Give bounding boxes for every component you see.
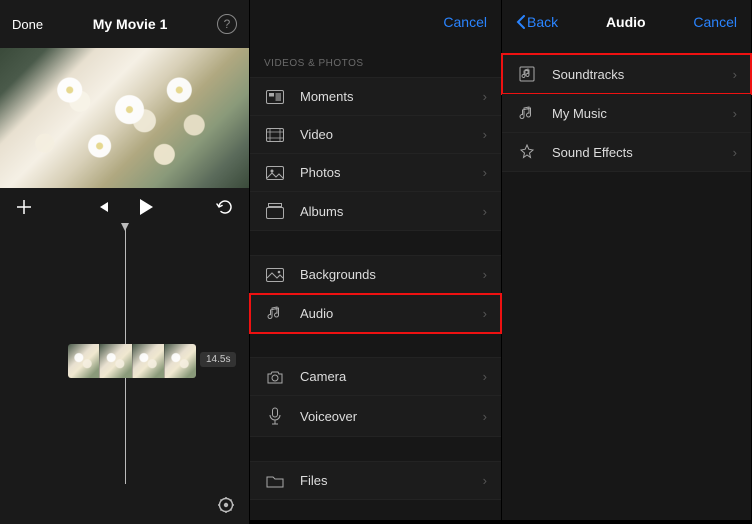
timeline[interactable]: 14.5s (0, 224, 249, 524)
topbar: Done My Movie 1 ? (0, 0, 249, 48)
settings-button[interactable] (215, 494, 237, 516)
picker-list-group3: Camera › Voiceover › (250, 357, 501, 437)
picker-list-group4: Files › (250, 461, 501, 500)
chevron-right-icon: › (483, 473, 487, 488)
row-video[interactable]: Video › (250, 116, 501, 154)
my-music-icon (516, 105, 538, 121)
clip-duration-label: 14.5s (200, 352, 236, 367)
sound-effects-icon (516, 144, 538, 160)
section-videos-photos: VIDEOS & PHOTOS (250, 44, 501, 77)
soundtracks-icon (516, 66, 538, 82)
camera-icon (264, 370, 286, 384)
albums-icon (264, 203, 286, 219)
row-label: Video (300, 127, 469, 142)
row-label: Photos (300, 165, 469, 180)
chevron-right-icon: › (483, 89, 487, 104)
video-preview[interactable] (0, 48, 249, 188)
play-icon (138, 198, 154, 216)
row-moments[interactable]: Moments › (250, 77, 501, 116)
row-label: My Music (552, 106, 719, 121)
add-media-button[interactable] (16, 199, 32, 215)
row-files[interactable]: Files › (250, 461, 501, 500)
cancel-button[interactable]: Cancel (443, 14, 487, 30)
chevron-right-icon: › (733, 67, 737, 82)
skip-start-button[interactable] (96, 200, 110, 214)
video-icon (264, 128, 286, 142)
plus-icon (16, 199, 32, 215)
undo-icon (216, 199, 234, 215)
skip-start-icon (96, 200, 110, 214)
audio-icon (264, 305, 286, 321)
row-sound-effects[interactable]: Sound Effects › (502, 133, 751, 172)
row-backgrounds[interactable]: Backgrounds › (250, 255, 501, 294)
row-label: Albums (300, 204, 469, 219)
row-label: Soundtracks (552, 67, 719, 82)
chevron-right-icon: › (483, 369, 487, 384)
playback-controls (0, 188, 249, 224)
row-my-music[interactable]: My Music › (502, 94, 751, 133)
audio-list: Soundtracks › My Music › Sound Effects › (502, 54, 751, 172)
back-label: Back (527, 14, 558, 30)
undo-button[interactable] (216, 199, 234, 215)
row-label: Moments (300, 89, 469, 104)
project-title: My Movie 1 (93, 16, 168, 32)
cancel-button[interactable]: Cancel (693, 14, 737, 30)
chevron-right-icon: › (483, 267, 487, 282)
picker-list-group1: Moments › Video › Photos › Albums › (250, 77, 501, 231)
row-audio[interactable]: Audio › (250, 294, 501, 333)
chevron-right-icon: › (483, 127, 487, 142)
row-label: Sound Effects (552, 145, 719, 160)
audio-panel: Back Audio Cancel Soundtracks › My Music… (502, 0, 752, 520)
row-label: Voiceover (300, 409, 469, 424)
chevron-right-icon: › (483, 409, 487, 424)
row-photos[interactable]: Photos › (250, 154, 501, 192)
chevron-right-icon: › (733, 145, 737, 160)
chevron-left-icon (516, 15, 525, 29)
files-icon (264, 474, 286, 488)
photos-icon (264, 166, 286, 180)
audio-title: Audio (606, 14, 646, 30)
voiceover-icon (264, 407, 286, 425)
help-button[interactable]: ? (217, 14, 237, 34)
moments-icon (264, 90, 286, 104)
row-label: Backgrounds (300, 267, 469, 282)
row-label: Audio (300, 306, 469, 321)
done-button[interactable]: Done (12, 17, 43, 32)
row-voiceover[interactable]: Voiceover › (250, 396, 501, 437)
media-picker-panel: Cancel VIDEOS & PHOTOS Moments › Video ›… (250, 0, 502, 520)
row-label: Files (300, 473, 469, 488)
row-camera[interactable]: Camera › (250, 357, 501, 396)
play-button[interactable] (138, 198, 154, 216)
audio-header: Back Audio Cancel (502, 0, 751, 44)
chevron-right-icon: › (733, 106, 737, 121)
video-clip[interactable] (68, 344, 196, 378)
row-albums[interactable]: Albums › (250, 192, 501, 231)
editor-panel: Done My Movie 1 ? (0, 0, 250, 520)
backgrounds-icon (264, 268, 286, 282)
row-soundtracks[interactable]: Soundtracks › (502, 54, 751, 94)
back-button[interactable]: Back (516, 14, 558, 30)
chevron-right-icon: › (483, 306, 487, 321)
chevron-right-icon: › (483, 165, 487, 180)
gear-icon (216, 495, 236, 515)
chevron-right-icon: › (483, 204, 487, 219)
picker-list-group2: Backgrounds › Audio › (250, 255, 501, 333)
row-label: Camera (300, 369, 469, 384)
picker-header: Cancel (250, 0, 501, 44)
